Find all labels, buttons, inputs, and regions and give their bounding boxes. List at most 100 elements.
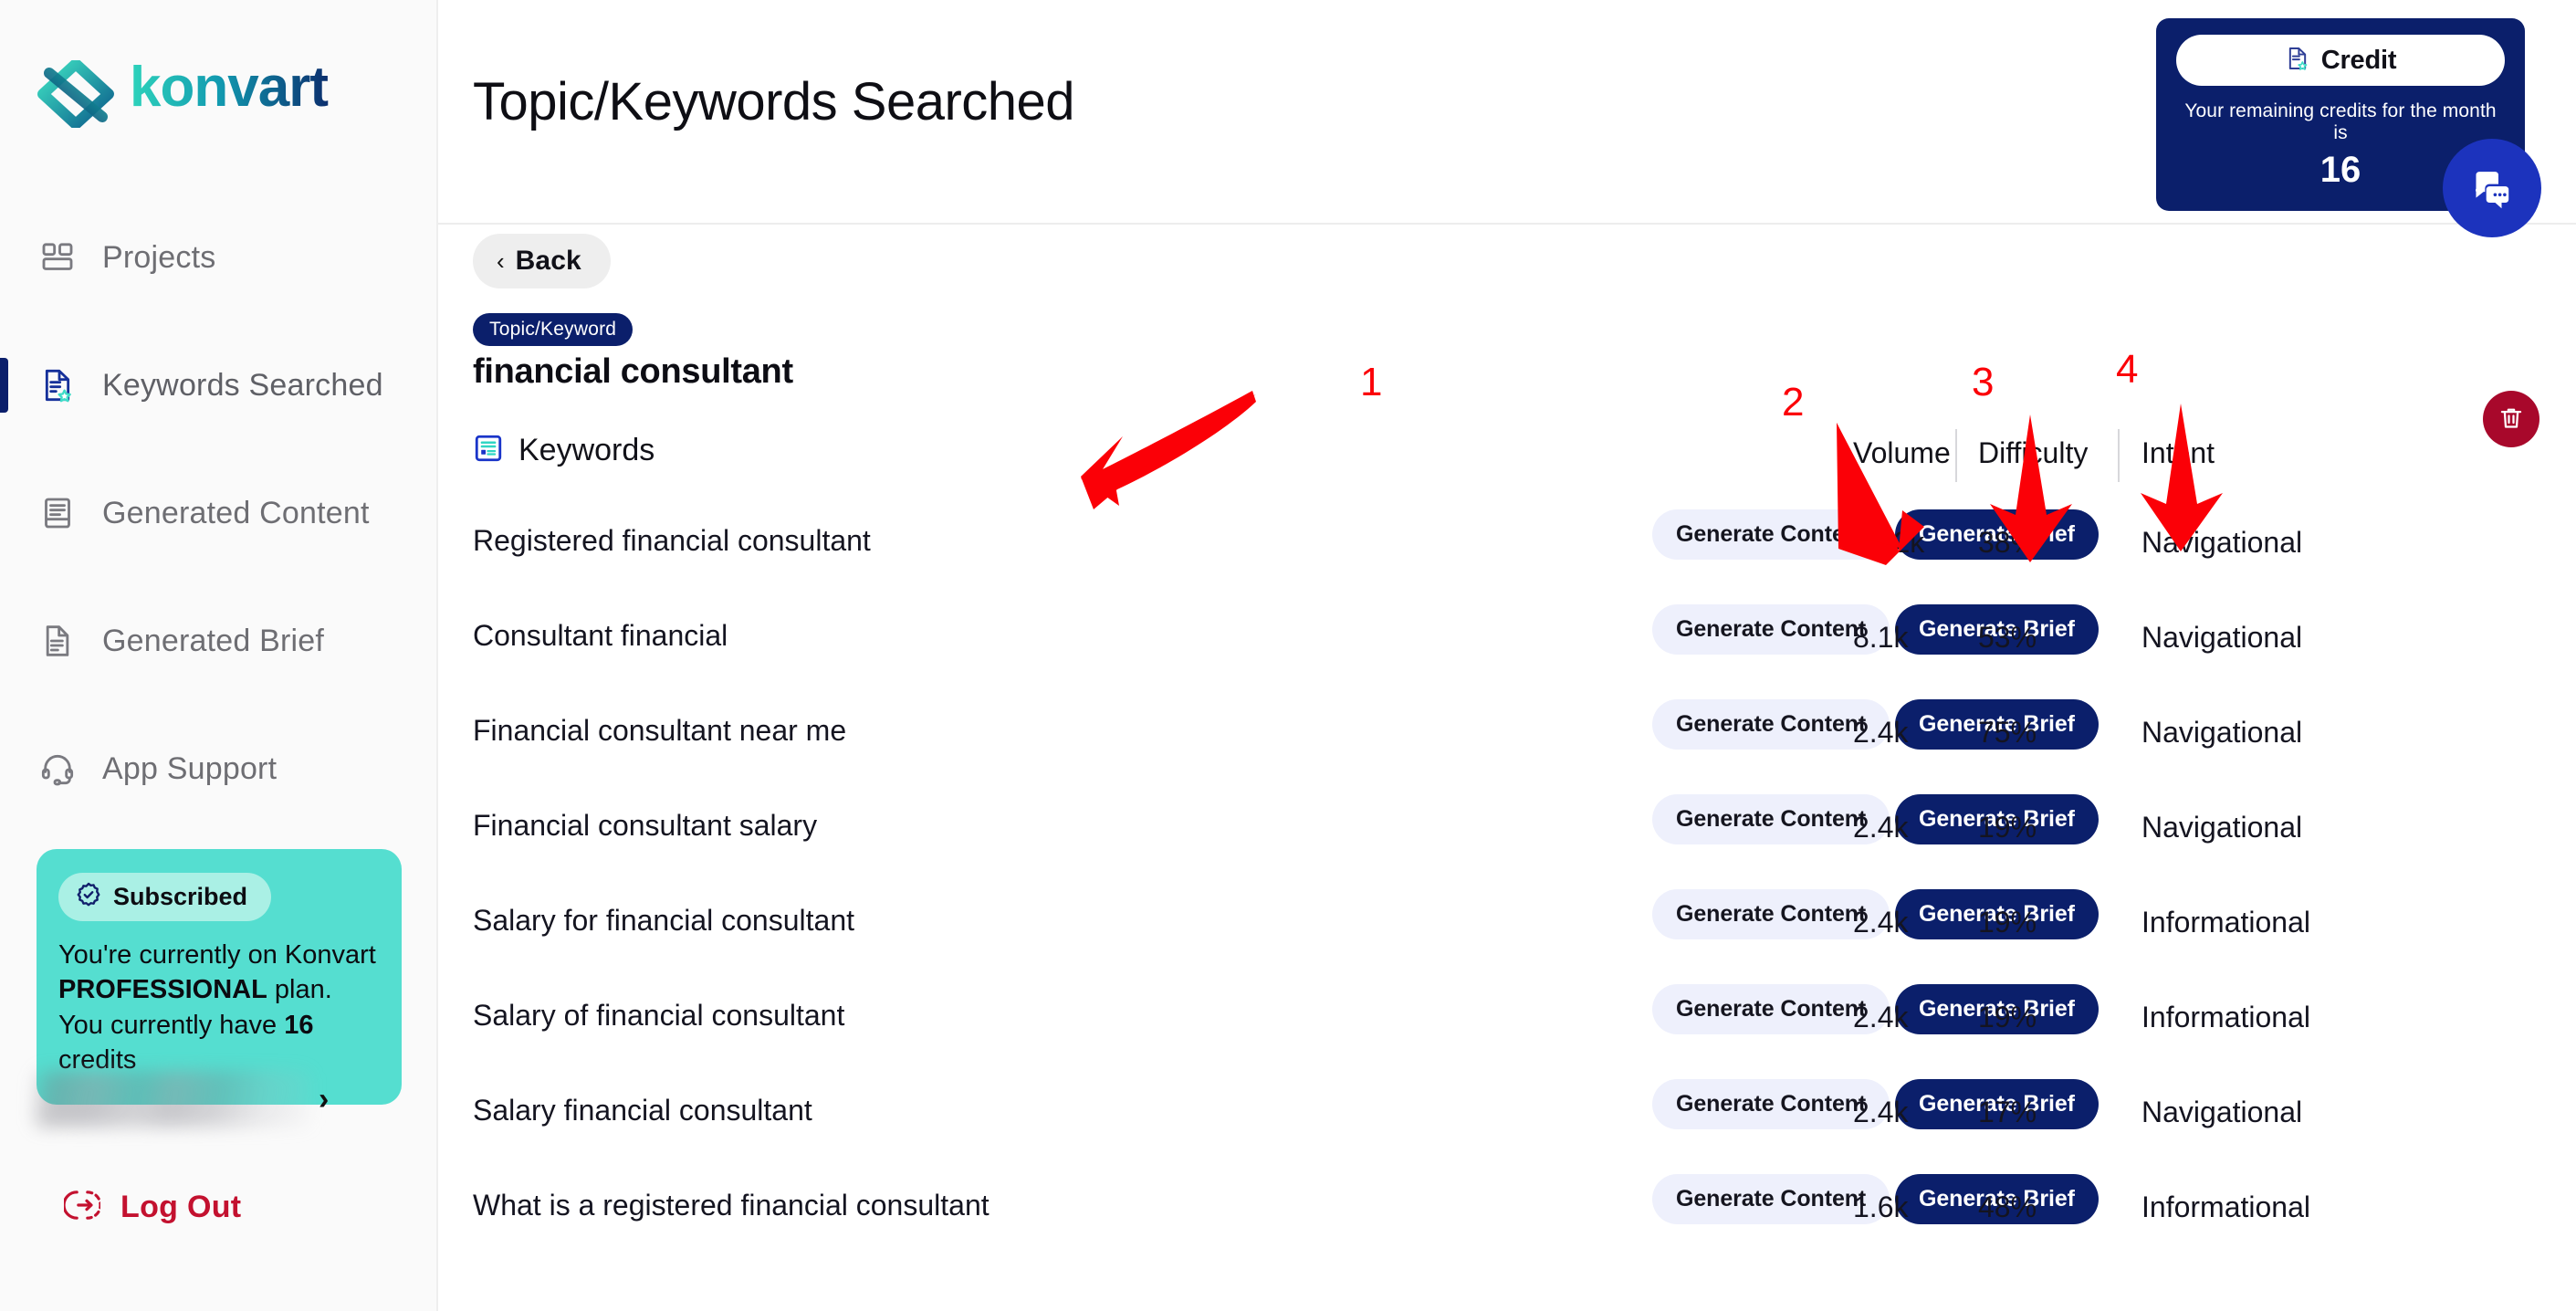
logout-label: Log Out [120,1190,242,1224]
subscription-plan-line: You're currently on Konvart PROFESSIONAL… [58,938,380,1008]
topbar: Topic/Keywords Searched Credit Your rema… [438,0,2576,225]
back-button-label: Back [515,246,581,276]
table-row: What is a registered financial consultan… [438,1174,2576,1285]
column-header-difficulty[interactable]: Difficulty [1978,436,2088,470]
cell-keyword: Salary financial consultant [473,1094,812,1127]
subscription-credits-count: 16 [284,1010,314,1040]
back-button[interactable]: ‹ Back [473,234,611,288]
cell-difficulty: 38% [1978,526,2037,559]
cell-volume: 8.1k [1853,621,1909,654]
cell-keyword: Financial consultant salary [473,809,818,842]
cell-intent: Navigational [2141,811,2303,844]
chat-bubbles-icon [2466,162,2518,215]
cell-intent: Navigational [2141,1096,2303,1128]
table-row: Salary financial consultant Generate Cont… [438,1079,2576,1190]
document-star-icon [2285,46,2310,76]
account-row[interactable]: › [33,1071,351,1127]
verified-check-icon [75,881,102,913]
brand-name: konvart [130,56,394,131]
subscription-card: Subscribed You're currently on Konvart P… [37,849,402,1106]
document-lines-icon [37,492,79,534]
cell-volume: 22.2k [1853,526,1925,559]
logout-button[interactable]: Log Out [62,1187,242,1228]
annotation-number-2: 2 [1782,380,1805,425]
column-divider [2118,429,2120,482]
konvart-logo-icon [37,58,115,130]
cell-keyword: Salary of financial consultant [473,999,845,1032]
annotation-number-3: 3 [1972,360,1995,404]
status-badge: Subscribed [58,873,272,921]
sidebar-nav: Projects Keywords Searched Generated Con… [0,222,436,804]
cell-keyword: Financial consultant near me [473,714,847,747]
cell-intent: Navigational [2141,526,2303,559]
column-header-keywords[interactable]: Keywords [473,433,654,468]
column-header-keywords-label: Keywords [518,433,655,467]
cell-volume: 2.4k [1853,1096,1909,1128]
svg-text:konvart: konvart [130,57,328,119]
table-row: Financial consultant salary Generate Cont… [438,794,2576,906]
credit-pill-label: Credit [2320,45,2397,75]
headset-icon [37,748,79,790]
sidebar-item-generated-brief[interactable]: Generated Brief [0,605,436,676]
subscription-status-label: Subscribed [113,883,248,910]
sidebar-item-label: Projects [102,239,216,275]
logout-icon [62,1187,102,1228]
sidebar-item-label: App Support [102,750,277,786]
annotation-number-4: 4 [2116,347,2139,392]
sidebar-item-keywords-searched[interactable]: Keywords Searched [0,350,436,421]
column-header-volume[interactable]: Volume [1853,436,1951,470]
subscription-plan-name: PROFESSIONAL [58,975,267,1005]
sidebar-item-label: Generated Brief [102,623,325,658]
cell-difficulty: 19% [1978,811,2037,844]
subscription-credits-prefix: You currently have [58,1010,277,1040]
table-row: Salary for financial consultant Generate … [438,889,2576,1001]
subscription-credits-line: You currently have 16 credits [58,1008,380,1078]
cell-difficulty: 53% [1978,621,2037,654]
cell-intent: Informational [2141,1190,2310,1223]
cell-keyword: Consultant financial [473,619,728,652]
trash-icon [2497,404,2525,435]
chevron-right-icon[interactable]: › [319,1084,329,1115]
column-header-intent[interactable]: Intent [2141,436,2215,470]
cell-intent: Navigational [2141,716,2303,749]
topic-keyword-badge: Topic/Keyword [473,313,634,346]
brand-logo[interactable]: konvart [0,0,436,131]
credit-pill[interactable]: Credit [2176,35,2505,86]
cell-intent: Informational [2141,906,2310,939]
page-title: Topic/Keywords Searched [473,72,1075,131]
cell-volume: 2.4k [1853,1001,1909,1033]
sidebar-item-generated-content[interactable]: Generated Content [0,477,436,549]
cell-intent: Informational [2141,1001,2310,1033]
account-name-redacted [33,1071,311,1127]
table-row: Financial consultant near me Generate Con… [438,699,2576,811]
subscription-credits-suffix: credits [58,1044,137,1075]
app-root: konvart Projects Keywords Searched Gener… [0,0,2576,1311]
document-star-icon [37,364,79,406]
cell-difficulty: 19% [1978,906,2037,939]
cell-keyword: Registered financial consultant [473,524,871,557]
content-area: ‹ Back Topic/Keyword financial consultan… [438,139,2576,1224]
annotation-number-1: 1 [1360,360,1383,404]
cell-difficulty: 75% [1978,716,2037,749]
table-header-row: Keywords Volume Difficulty Intent [438,429,2576,497]
table-row: Registered financial consultant Generate … [438,509,2576,621]
keywords-list-icon [473,433,504,468]
cell-keyword: Salary for financial consultant [473,904,854,937]
cell-volume: 2.4k [1853,716,1909,749]
sidebar-item-label: Generated Content [102,495,370,530]
cell-keyword: What is a registered financial consultan… [473,1189,990,1222]
chat-widget-button[interactable] [2443,139,2541,237]
subscription-plan-suffix: plan. [274,975,332,1005]
table-row: Salary of financial consultant Generate C… [438,984,2576,1096]
sidebar-item-label: Keywords Searched [102,367,383,403]
column-divider [1955,429,1957,482]
sidebar-item-app-support[interactable]: App Support [0,733,436,804]
cell-difficulty: 48% [1978,1190,2037,1223]
sidebar: konvart Projects Keywords Searched Gener… [0,0,438,1311]
table-row: Consultant financial Generate Content Gene… [438,604,2576,716]
cell-volume: 2.4k [1853,811,1909,844]
document-text-icon [37,620,79,662]
sidebar-item-projects[interactable]: Projects [0,222,436,293]
cell-volume: 1.6k [1853,1190,1909,1223]
grid-layout-icon [37,236,79,278]
